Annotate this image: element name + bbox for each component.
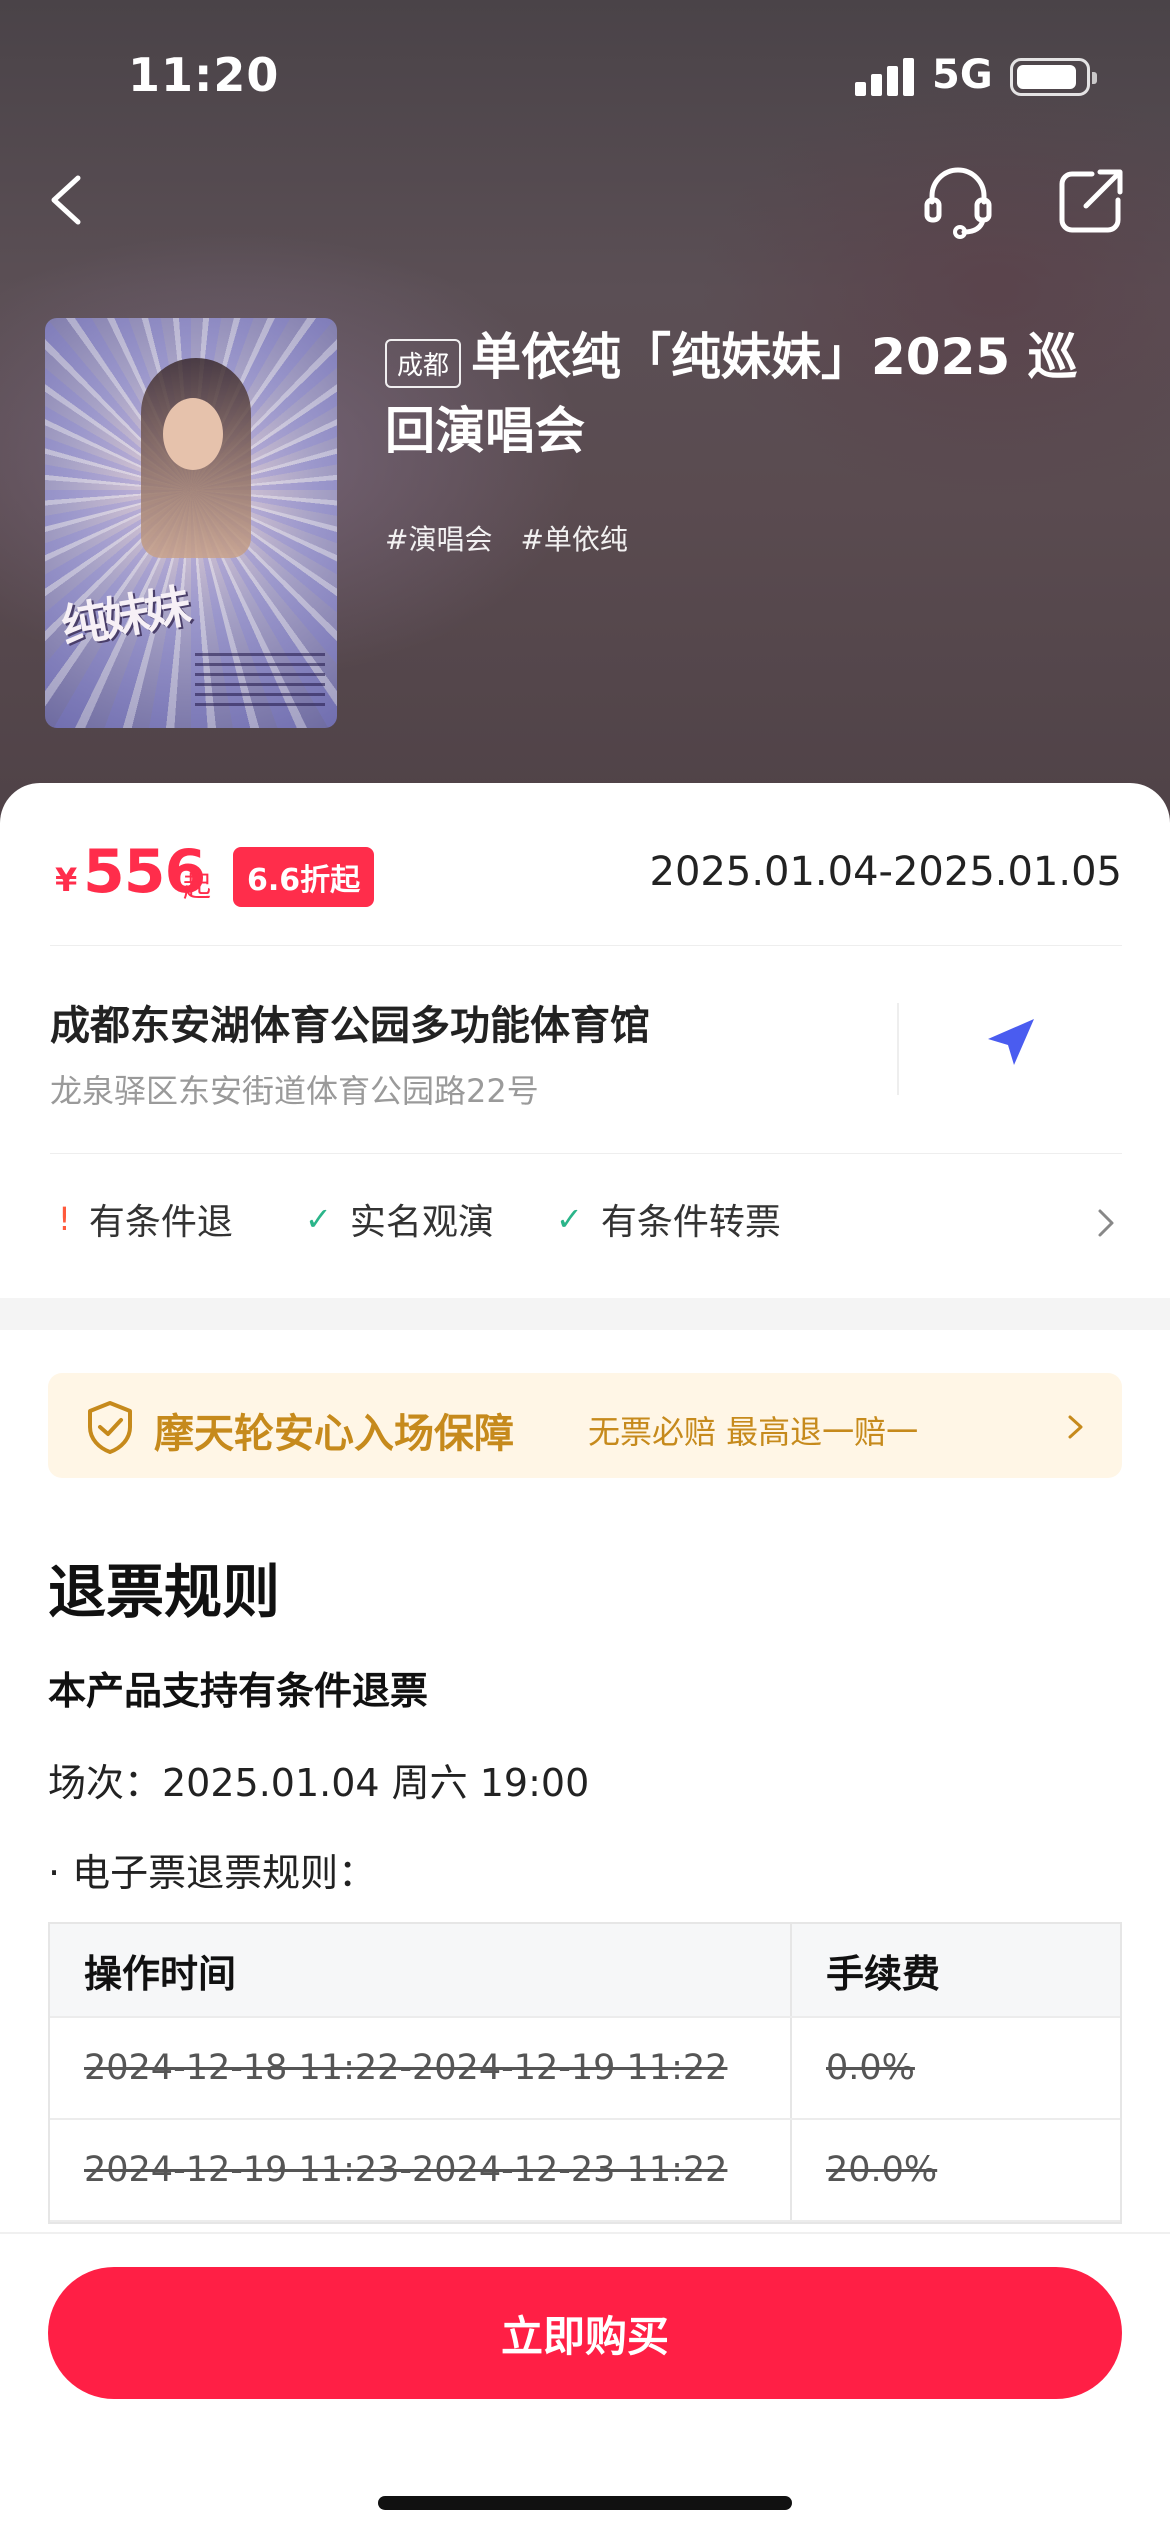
- e-ticket-rules-label: · 电子票退票规则：: [48, 1851, 377, 1895]
- table-cell-time: 2024-12-19 11:23-2024-12-23 11:22: [50, 2120, 792, 2220]
- battery-icon: [1010, 58, 1097, 96]
- column-header-fee: 手续费: [826, 1951, 941, 1996]
- shield-check-icon: [88, 1401, 132, 1454]
- section-separator: [0, 1298, 1170, 1330]
- policy-item: ! 有条件退: [58, 1193, 233, 1245]
- table-row: 2024-12-19 11:23-2024-12-23 11:22 20.0%: [50, 2120, 1120, 2222]
- network-type: 5G: [932, 52, 993, 98]
- share-icon[interactable]: [1050, 160, 1130, 240]
- column-header-time: 操作时间: [50, 1924, 792, 2016]
- poster-lettering: 纯妹妹: [57, 578, 191, 654]
- chevron-right-icon: [1068, 1415, 1083, 1439]
- venue-name[interactable]: 成都东安湖体育公园多功能体育馆: [50, 993, 650, 1051]
- buy-now-button[interactable]: 立即购买: [48, 2267, 1122, 2399]
- event-info-card: ¥ 556 起 6.6折起 2025.01.04-2025.01.05 成都东安…: [0, 783, 1170, 1298]
- event-title: 单依纯「纯妹妹」2025 巡回演唱会: [385, 328, 1078, 460]
- warning-icon: !: [58, 1200, 71, 1238]
- guarantee-banner[interactable]: 摩天轮安心入场保障 无票必赔 最高退一赔一: [48, 1373, 1122, 1478]
- bottom-action-bar: 立即购买: [0, 2232, 1170, 2532]
- navigation-arrow-icon[interactable]: [980, 1013, 1040, 1073]
- refund-fee-table: 操作时间 手续费 2024-12-18 11:22-2024-12-19 11:…: [48, 1922, 1122, 2224]
- check-icon: ✓: [556, 1200, 583, 1238]
- price-row: ¥ 556 起 6.6折起 2025.01.04-2025.01.05: [50, 833, 1122, 907]
- session-info: 场次：2025.01.04 周六 19:00: [48, 1761, 590, 1805]
- check-icon: ✓: [305, 1200, 332, 1238]
- chevron-right-icon[interactable]: [1094, 1203, 1118, 1243]
- table-cell-fee: 0.0%: [826, 2048, 915, 2088]
- guarantee-title: 摩天轮安心入场保障: [154, 1411, 514, 1457]
- event-title-block: 成都 单依纯「纯妹妹」2025 巡回演唱会: [385, 320, 1125, 468]
- guarantee-subtitle: 无票必赔 最高退一赔一: [588, 1413, 919, 1451]
- table-cell-time: 2024-12-18 11:22-2024-12-19 11:22: [50, 2018, 792, 2118]
- tag-item[interactable]: #单依纯: [520, 518, 627, 558]
- home-indicator[interactable]: [378, 2496, 792, 2510]
- policy-label: 有条件转票: [600, 1202, 781, 1243]
- policy-label: 有条件退: [88, 1202, 233, 1243]
- status-time: 11:20: [128, 48, 280, 102]
- divider: [50, 945, 1122, 946]
- date-range: 2025.01.04-2025.01.05: [649, 849, 1122, 895]
- price-suffix: 起: [183, 870, 212, 903]
- price-currency: ¥: [55, 861, 78, 899]
- event-poster-image[interactable]: 纯妹妹: [45, 318, 337, 728]
- policy-item: ✓ 有条件转票: [556, 1193, 781, 1245]
- policy-row[interactable]: ! 有条件退 ✓ 实名观演 ✓ 有条件转票: [50, 1193, 1122, 1253]
- headset-icon[interactable]: [918, 160, 998, 240]
- table-cell-fee: 20.0%: [826, 2150, 938, 2190]
- back-chevron-icon[interactable]: [40, 160, 100, 240]
- refund-support-text: 本产品支持有条件退票: [48, 1669, 429, 1713]
- table-row: 2024-12-18 11:22-2024-12-19 11:22 0.0%: [50, 2018, 1120, 2120]
- event-tags: #演唱会 #单依纯: [385, 518, 628, 558]
- policy-label: 实名观演: [349, 1202, 494, 1243]
- venue-address[interactable]: 龙泉驿区东安街道体育公园路22号: [50, 1066, 539, 1112]
- poster-info-lines: [195, 653, 325, 713]
- city-tag: 成都: [385, 339, 462, 388]
- policy-item: ✓ 实名观演: [305, 1193, 494, 1245]
- table-header-row: 操作时间 手续费: [50, 1924, 1120, 2018]
- refund-rules-heading: 退票规则: [48, 1558, 281, 1626]
- poster-face: [163, 398, 223, 470]
- event-header: 11:20 5G 纯妹妹 成都单依纯「纯妹妹」2025 巡回演唱会 #演唱会: [0, 0, 1170, 830]
- discount-badge: 6.6折起: [233, 847, 375, 907]
- tag-item[interactable]: #演唱会: [385, 518, 492, 558]
- divider: [897, 1003, 899, 1095]
- signal-icon: [855, 58, 915, 96]
- status-bar: 11:20 5G: [0, 0, 1170, 150]
- divider: [50, 1153, 1122, 1154]
